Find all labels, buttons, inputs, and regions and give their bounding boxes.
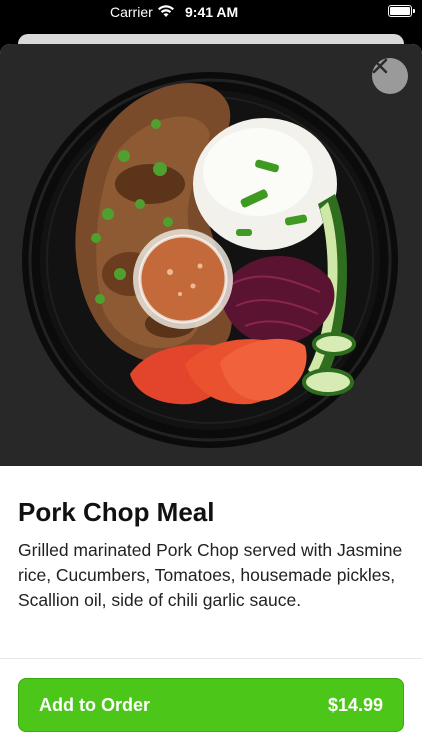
close-icon [372, 58, 388, 74]
time-label: 9:41 AM [185, 4, 239, 20]
battery-icon [388, 5, 415, 17]
close-button[interactable] [372, 58, 408, 94]
item-photo [0, 44, 422, 466]
add-to-order-button[interactable]: Add to Order $14.99 [18, 678, 404, 732]
wifi-icon [157, 4, 175, 21]
divider [0, 658, 422, 659]
price-label: $14.99 [327, 694, 383, 715]
item-details: Pork Chop Meal Grilled marinated Pork Ch… [18, 494, 404, 613]
add-to-order-label: Add to Order [39, 694, 150, 715]
carrier-label: Carrier [110, 4, 153, 20]
item-title: Pork Chop Meal [18, 497, 215, 527]
item-description: Grilled marinated Pork Chop served with … [18, 540, 403, 610]
item-detail-sheet: Pork Chop Meal Grilled marinated Pork Ch… [0, 44, 422, 750]
status-bar: Carrier 9:41 AM [0, 0, 422, 26]
